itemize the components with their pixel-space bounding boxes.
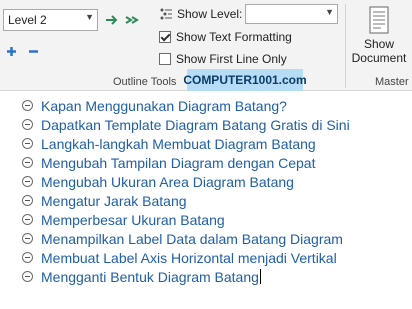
collapse-bullet-icon[interactable] bbox=[22, 214, 33, 225]
outline-item-text[interactable]: Mengubah Ukuran Area Diagram Batang bbox=[41, 174, 294, 190]
collapse-bullet-icon[interactable] bbox=[22, 233, 33, 244]
show-text-formatting-label: Show Text Formatting bbox=[176, 30, 292, 44]
show-document-line2: Document bbox=[351, 51, 407, 65]
show-text-formatting-checkbox[interactable] bbox=[159, 31, 171, 43]
watermark-label: COMPUTER1001.com bbox=[183, 69, 307, 91]
double-arrow-right-icon bbox=[125, 16, 139, 24]
demote-button[interactable] bbox=[104, 12, 120, 28]
outline-item-text[interactable]: Menampilkan Label Data dalam Batang Diag… bbox=[41, 231, 343, 247]
show-level-icon bbox=[160, 8, 172, 20]
outline-item[interactable]: Dapatkan Template Diagram Batang Gratis … bbox=[22, 115, 350, 134]
show-first-line-only-row[interactable]: Show First Line Only bbox=[159, 51, 287, 67]
expand-button[interactable] bbox=[4, 44, 18, 58]
collapse-bullet-icon[interactable] bbox=[22, 138, 33, 149]
outline-item[interactable]: Langkah-langkah Membuat Diagram Batang bbox=[22, 134, 316, 153]
collapse-bullet-icon[interactable] bbox=[22, 195, 33, 206]
show-level-dropdown[interactable]: ▼ bbox=[245, 4, 338, 24]
show-level-label: Show Level: bbox=[177, 7, 243, 21]
document-icon bbox=[369, 6, 389, 34]
outline-item[interactable]: Mengubah Ukuran Area Diagram Batang bbox=[22, 172, 294, 191]
master-group-label: Master bbox=[375, 76, 409, 88]
collapse-bullet-icon[interactable] bbox=[22, 119, 33, 130]
ribbon: Level 2 ▼ Show Level: ▼ Show Text Format… bbox=[0, 0, 412, 91]
group-divider bbox=[345, 4, 346, 88]
outline-item-text[interactable]: Langkah-langkah Membuat Diagram Batang bbox=[41, 136, 316, 152]
demote-to-body-button[interactable] bbox=[124, 12, 142, 28]
plus-icon bbox=[6, 46, 16, 56]
collapse-bullet-icon[interactable] bbox=[22, 252, 33, 263]
outline-item[interactable]: Kapan Menggunakan Diagram Batang? bbox=[22, 96, 287, 115]
outline-tools-group-label: Outline Tools bbox=[113, 76, 177, 88]
outline-level-value: Level 2 bbox=[8, 13, 47, 27]
chevron-down-icon: ▼ bbox=[85, 12, 94, 22]
outline-item-text[interactable]: Mengganti Bentuk Diagram Batang bbox=[41, 269, 259, 285]
outline-item-text[interactable]: Membuat Label Axis Horizontal menjadi Ve… bbox=[41, 250, 337, 266]
show-document-button[interactable]: Show Document bbox=[348, 6, 410, 65]
minus-icon bbox=[28, 49, 38, 53]
collapse-bullet-icon[interactable] bbox=[22, 157, 33, 168]
collapse-bullet-icon[interactable] bbox=[22, 271, 33, 282]
arrow-right-icon bbox=[106, 15, 118, 25]
show-first-line-only-label: Show First Line Only bbox=[176, 52, 287, 66]
outline-item-text[interactable]: Mengatur Jarak Batang bbox=[41, 193, 187, 209]
outline-item[interactable]: Mengatur Jarak Batang bbox=[22, 191, 187, 210]
outline-item[interactable]: Menampilkan Label Data dalam Batang Diag… bbox=[22, 229, 343, 248]
outline-item-text[interactable]: Dapatkan Template Diagram Batang Gratis … bbox=[41, 117, 350, 133]
text-cursor bbox=[259, 269, 261, 284]
show-text-formatting-row[interactable]: Show Text Formatting bbox=[159, 29, 292, 45]
collapse-button[interactable] bbox=[26, 44, 40, 58]
outline-item[interactable]: Membuat Label Axis Horizontal menjadi Ve… bbox=[22, 248, 337, 267]
outline-level-select[interactable]: Level 2 ▼ bbox=[3, 9, 98, 31]
collapse-bullet-icon[interactable] bbox=[22, 176, 33, 187]
chevron-down-icon: ▼ bbox=[325, 7, 334, 17]
show-first-line-only-checkbox[interactable] bbox=[159, 53, 171, 65]
outline-item-text[interactable]: Kapan Menggunakan Diagram Batang? bbox=[41, 98, 287, 114]
show-level-row: Show Level: bbox=[159, 6, 242, 22]
outline-item-text[interactable]: Mengubah Tampilan Diagram dengan Cepat bbox=[41, 155, 315, 171]
show-document-line1: Show bbox=[363, 37, 395, 51]
collapse-bullet-icon[interactable] bbox=[22, 100, 33, 111]
outline-item[interactable]: Mengganti Bentuk Diagram Batang bbox=[22, 267, 261, 286]
outline-item-text[interactable]: Memperbesar Ukuran Batang bbox=[41, 212, 225, 228]
outline-item[interactable]: Mengubah Tampilan Diagram dengan Cepat bbox=[22, 153, 315, 172]
outline-item[interactable]: Memperbesar Ukuran Batang bbox=[22, 210, 225, 229]
